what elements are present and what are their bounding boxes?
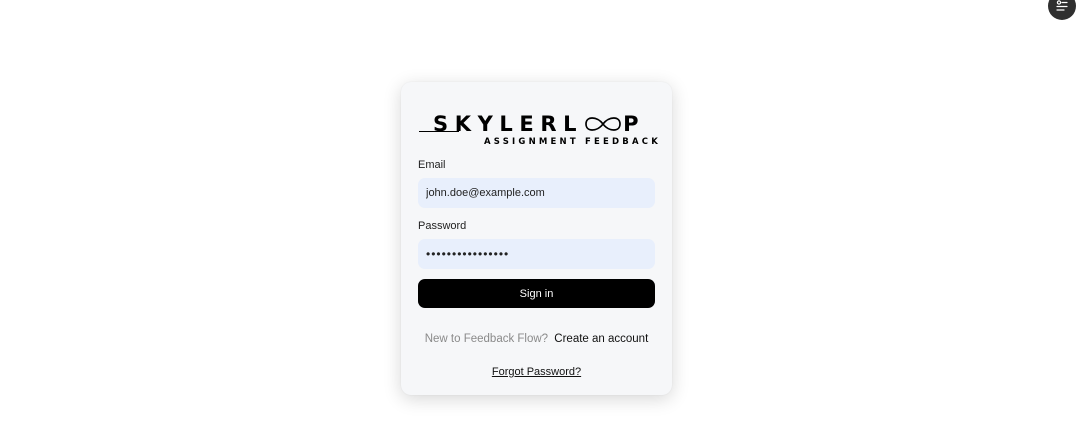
signup-row: New to Feedback Flow? Create an account	[401, 332, 672, 346]
brand-tagline: ASSIGNMENT FEEDBACK	[484, 137, 661, 147]
password-label: Password	[418, 220, 467, 232]
signup-prompt: New to Feedback Flow?	[424, 333, 549, 345]
create-account-link[interactable]: Create an account	[554, 333, 648, 345]
sign-in-button[interactable]: Sign in	[418, 279, 655, 308]
email-input[interactable]	[418, 178, 655, 208]
brand-name-start: SKYLERL	[433, 112, 584, 136]
settings-sliders-icon	[1055, 0, 1069, 13]
floating-settings-button[interactable]	[1048, 0, 1076, 20]
password-input[interactable]	[418, 239, 655, 269]
forgot-password-link[interactable]: Forgot Password?	[492, 366, 581, 378]
brand-name-end: P	[623, 112, 646, 136]
login-page: SKYLERL P ASSIGNMENT FEEDBACK Email Passw…	[0, 0, 1080, 440]
brand-logo: SKYLERL P ASSIGNMENT FEEDBACK	[419, 112, 658, 152]
infinity-loop-icon	[585, 117, 621, 131]
email-label: Email	[418, 159, 446, 171]
login-card: SKYLERL P ASSIGNMENT FEEDBACK Email Passw…	[401, 82, 672, 395]
forgot-row: Forgot Password?	[401, 365, 672, 379]
